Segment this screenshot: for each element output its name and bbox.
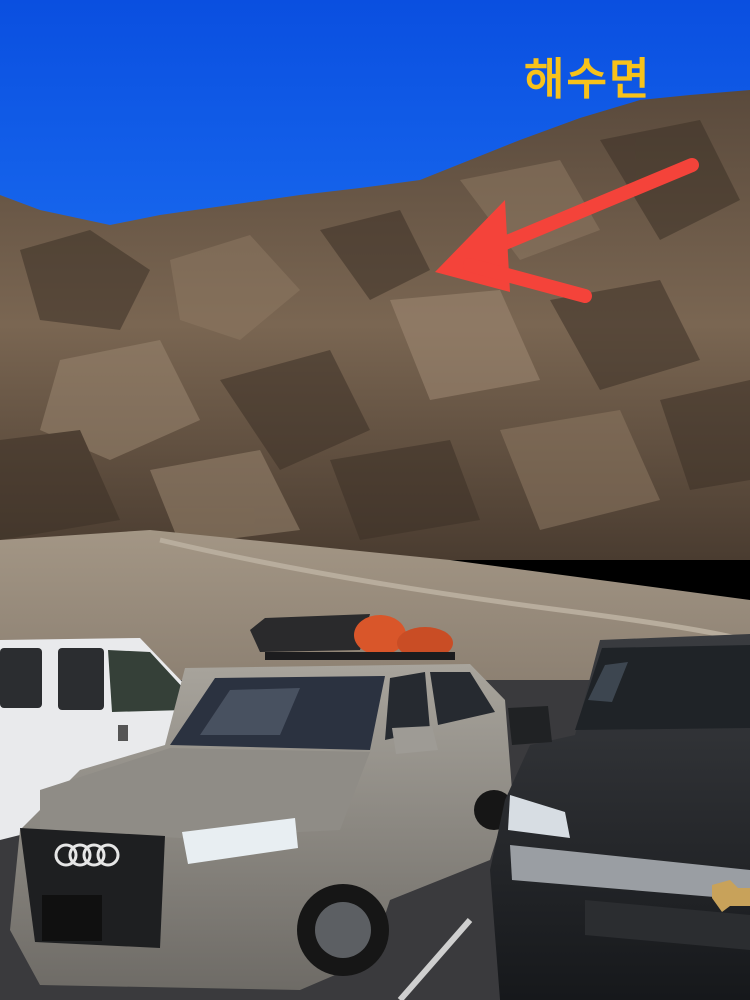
photo-scene [0,0,750,1000]
license-plate [42,895,102,941]
sea-level-caption: 해수면 [524,54,652,105]
